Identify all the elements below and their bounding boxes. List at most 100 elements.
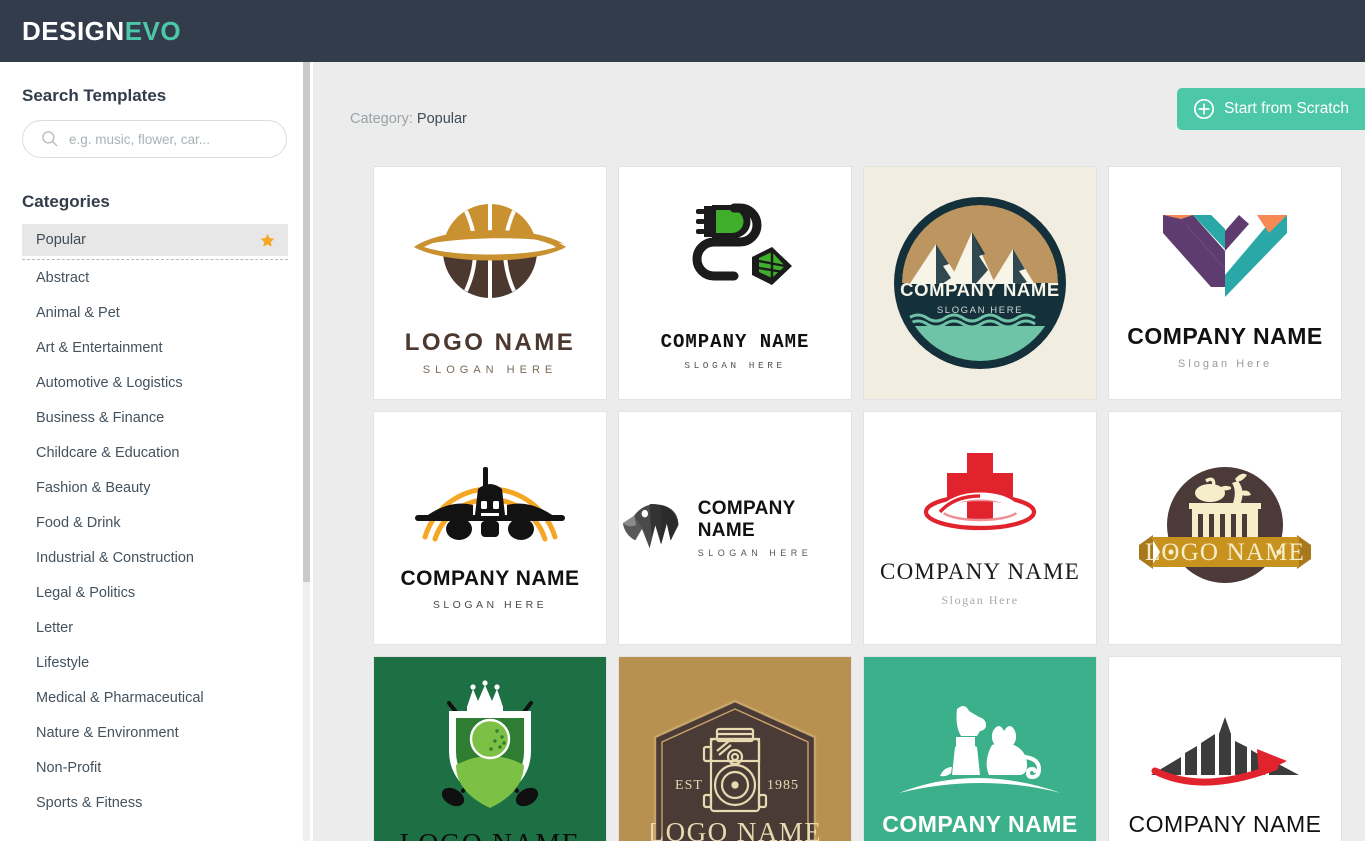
sidebar-scrollbar-thumb[interactable] (303, 62, 310, 582)
sidebar-item-business-finance[interactable]: Business & Finance (0, 400, 310, 435)
template-slogan: SLOGAN HERE (937, 305, 1023, 316)
sidebar-item-popular[interactable]: Popular (22, 224, 288, 256)
mountain-circle-badge-icon: COMPANY NAME SLOGAN HERE (894, 197, 1066, 369)
start-from-scratch-button[interactable]: Start from Scratch (1177, 88, 1365, 130)
sidebar-item-non-profit[interactable]: Non-Profit (0, 750, 310, 785)
breadcrumb: Category: Popular (350, 111, 467, 127)
sidebar-item-label: Popular (36, 232, 86, 248)
template-slogan: SLOGAN HERE (422, 363, 558, 376)
plus-circle-icon (1194, 99, 1215, 119)
sidebar-item-label: Nature & Environment (36, 724, 179, 741)
template-name: COMPANY NAME (882, 811, 1078, 837)
sidebar-item-label: Abstract (36, 269, 90, 286)
buildings-red-arrow-icon (1151, 717, 1299, 786)
template-card[interactable]: COMPANY NAME Slogan Here (863, 411, 1097, 645)
start-from-scratch-label: Start from Scratch (1224, 100, 1349, 117)
search-input[interactable] (22, 120, 287, 158)
sidebar-item-label: Animal & Pet (36, 304, 120, 321)
template-slogan: SLOGAN HERE (432, 599, 548, 611)
template-card[interactable]: COMPANY NAME Slogan Here (863, 656, 1097, 841)
golf-shield-crown-icon (441, 680, 539, 808)
breadcrumb-prefix: Category: (350, 111, 413, 127)
sidebar-item-legal-politics[interactable]: Legal & Politics (0, 575, 310, 610)
template-name: LOGO NAME (400, 829, 581, 841)
logo-text-accent: EVO (124, 15, 182, 46)
airplane-arc-icon (415, 467, 565, 542)
app-header: DESIGNEVO (0, 0, 1365, 62)
sidebar-item-label: Childcare & Education (36, 444, 180, 461)
sidebar-item-industrial-construction[interactable]: Industrial & Construction (0, 540, 310, 575)
search-templates-heading: Search Templates (22, 86, 167, 105)
grocery-basket-ribbon-icon: LOGO NAME (1139, 467, 1311, 583)
template-card[interactable]: EST 1985 LOGO NAME Slogan Here (618, 656, 852, 841)
template-name: COMPANY NAME (880, 558, 1080, 584)
template-name: COMPANY NAME (660, 331, 810, 353)
sidebar-item-label: Non-Profit (36, 759, 102, 776)
dog-cat-silhouette-icon (899, 705, 1061, 793)
sidebar: Search Templates Categories Popular Abst… (0, 62, 310, 841)
origami-heart-icon (1163, 214, 1287, 297)
sidebar-item-letter[interactable]: Letter (0, 610, 310, 645)
template-slogan: SLOGAN HERE (684, 360, 786, 371)
vintage-camera-hexagon-icon: EST 1985 LOGO NAME Slogan Here (651, 699, 819, 841)
sidebar-item-animal-pet[interactable]: Animal & Pet (0, 295, 310, 330)
sidebar-item-sports-fitness[interactable]: Sports & Fitness (0, 785, 310, 820)
logo-text-primary: DESIGN (22, 15, 125, 46)
template-est-year: 1985 (767, 778, 799, 793)
categories-heading: Categories (22, 192, 110, 211)
main-content: Category: Popular Start from Scratch LOG… (313, 62, 1365, 841)
eagle-head-icon (622, 504, 679, 549)
sidebar-item-label: Fashion & Beauty (36, 479, 151, 496)
app-logo[interactable]: DESIGNEVO (22, 16, 181, 47)
sidebar-item-label: Art & Entertainment (36, 339, 163, 356)
template-name: COMPANY NAME (900, 279, 1060, 300)
sidebar-item-label: Lifestyle (36, 654, 90, 671)
template-card[interactable]: LOGO NAME (373, 656, 607, 841)
template-name: LOGO NAME (404, 328, 576, 356)
template-name: COMPANY NAME (1128, 811, 1322, 837)
template-name: COMPANY NAME (1127, 322, 1323, 349)
sidebar-item-label: Letter (36, 619, 74, 636)
breadcrumb-value: Popular (416, 111, 467, 127)
sidebar-item-medical-pharmaceutical[interactable]: Medical & Pharmaceutical (0, 680, 310, 715)
template-card[interactable]: COMPANY NAME Slogan Here (1108, 166, 1342, 400)
template-name: LOGO NAME (651, 817, 819, 841)
sidebar-item-lifestyle[interactable]: Lifestyle (0, 645, 310, 680)
template-slogan: Slogan Here (941, 592, 1019, 607)
sidebar-item-fashion-beauty[interactable]: Fashion & Beauty (0, 470, 310, 505)
sidebar-item-nature-environment[interactable]: Nature & Environment (0, 715, 310, 750)
template-card[interactable]: LOGO NAME (1108, 411, 1342, 645)
sidebar-item-label: Legal & Politics (36, 584, 136, 601)
sidebar-item-childcare-education[interactable]: Childcare & Education (0, 435, 310, 470)
template-card[interactable]: COMPANY NAME SLOGAN HERE (863, 166, 1097, 400)
template-slogan: Slogan Here (1177, 357, 1273, 370)
sidebar-item-art-entertainment[interactable]: Art & Entertainment (0, 330, 310, 365)
search-box (22, 120, 287, 158)
sidebar-item-label: Automotive & Logistics (36, 374, 183, 391)
basketball-globe-icon (414, 203, 566, 298)
template-name: LOGO NAME (1145, 539, 1305, 566)
electric-plug-leaf-icon (692, 203, 792, 285)
sidebar-item-label: Business & Finance (36, 409, 165, 426)
template-card[interactable]: COMPANY NAME SLOGAN HERE (618, 166, 852, 400)
sidebar-item-label: Industrial & Construction (36, 549, 194, 566)
template-name: COMPANY NAME (400, 567, 580, 590)
medical-cross-ripple-icon (923, 452, 1037, 530)
template-name: COMPANY NAME (697, 498, 796, 541)
category-list: Popular Abstract Animal & Pet Art & Ente… (0, 224, 310, 820)
star-icon (260, 233, 275, 247)
sidebar-item-automotive-logistics[interactable]: Automotive & Logistics (0, 365, 310, 400)
template-card[interactable]: COMPANY NAME SLOGAN HERE (1108, 656, 1342, 841)
template-card[interactable]: COMPANY NAME SLOGAN HERE (618, 411, 852, 645)
template-card[interactable]: LOGO NAME SLOGAN HERE (373, 166, 607, 400)
sidebar-item-label: Medical & Pharmaceutical (36, 689, 204, 706)
sidebar-item-label: Sports & Fitness (36, 794, 143, 811)
template-slogan: SLOGAN HERE (697, 548, 813, 558)
template-card[interactable]: COMPANY NAME SLOGAN HERE (373, 411, 607, 645)
template-grid: LOGO NAME SLOGAN HERE COMPANY NAME SLOGA… (373, 166, 1342, 841)
sidebar-item-food-drink[interactable]: Food & Drink (0, 505, 310, 540)
template-est-label: EST (675, 778, 703, 793)
sidebar-scrollbar[interactable] (303, 62, 310, 841)
sidebar-item-abstract[interactable]: Abstract (0, 260, 310, 295)
sidebar-item-label: Food & Drink (36, 514, 121, 531)
